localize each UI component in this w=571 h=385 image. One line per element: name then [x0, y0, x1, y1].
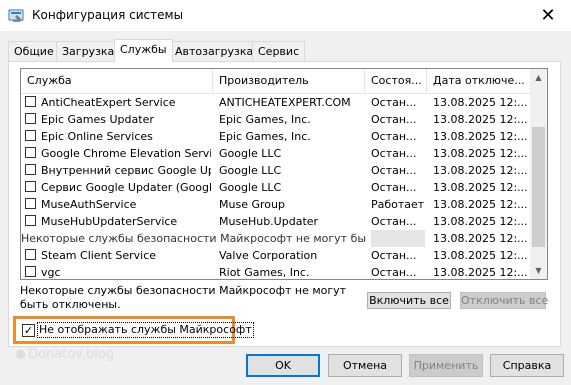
service-checkbox[interactable]	[25, 147, 36, 158]
service-date: 13.08.2025 12:...	[433, 164, 528, 177]
service-state: Остан...	[371, 164, 417, 177]
hide-ms-checkbox[interactable]: ✓	[22, 324, 35, 337]
services-list[interactable]: Служба Производитель Состоя... Дата откл…	[20, 68, 548, 280]
enable-all-button[interactable]: Включить все	[367, 292, 451, 309]
disable-all-button[interactable]: Отключить все	[460, 292, 548, 309]
service-state: Остан...	[371, 96, 417, 109]
table-row[interactable]: vgc Riot Games, Inc. Остан... 13.08.2025…	[21, 264, 532, 279]
service-date: 13.08.2025 12:...	[433, 266, 528, 279]
help-button[interactable]: Справка	[490, 354, 564, 377]
column-header-state[interactable]: Состоя...	[365, 69, 427, 93]
service-vendor: Google LLC	[219, 164, 282, 177]
apply-button[interactable]: Применить	[409, 354, 483, 377]
service-state: Остан...	[371, 130, 417, 143]
service-checkbox[interactable]	[25, 130, 36, 141]
service-state: Работает	[371, 198, 425, 211]
service-checkbox[interactable]	[25, 215, 36, 226]
service-date: 13.08.2025 12:...	[433, 147, 528, 160]
service-checkbox[interactable]	[25, 266, 36, 277]
service-checkbox[interactable]	[25, 198, 36, 209]
column-header-service[interactable]: Служба	[21, 69, 213, 93]
service-date: 13.08.2025 12:...	[433, 215, 528, 228]
service-date: 13.08.2025 12:...	[433, 198, 528, 211]
service-state: Остан...	[371, 147, 417, 160]
cancel-button[interactable]: Отмена	[328, 354, 402, 377]
service-name: Сервис Google Updater (Google...	[41, 181, 211, 194]
vertical-scrollbar[interactable]: ▲ ▼	[530, 69, 547, 279]
service-name: AntiCheatExpert Service	[41, 96, 176, 109]
service-name: MuseHubUpdaterService	[41, 215, 178, 228]
service-name: vgc	[41, 266, 61, 279]
service-checkbox[interactable]	[25, 96, 36, 107]
table-row[interactable]: Google Chrome Elevation Servic... Google…	[21, 145, 532, 162]
service-name: Google Chrome Elevation Servic...	[41, 147, 211, 160]
tab-boot[interactable]: Загрузка	[56, 41, 121, 61]
list-header: Служба Производитель Состоя... Дата откл…	[21, 69, 532, 94]
service-vendor: Muse Group	[219, 198, 285, 211]
watermark-dot-icon	[16, 350, 25, 359]
service-vendor: MuseHub.Updater	[219, 215, 319, 228]
tab-tools[interactable]: Сервис	[252, 41, 306, 61]
service-checkbox[interactable]	[25, 164, 36, 175]
window-title: Конфигурация системы	[32, 8, 184, 22]
service-name: Epic Games Updater	[41, 113, 154, 126]
scroll-down-icon[interactable]: ▼	[530, 262, 547, 279]
service-date: 13.08.2025 12:...	[433, 113, 528, 126]
service-vendor: ANTICHEATEXPERT.COM	[219, 96, 351, 109]
table-row[interactable]: Некоторые службы безопасности Майкрософт…	[21, 230, 532, 247]
watermark: Donatov.blog	[16, 347, 114, 362]
service-vendor: Google LLC	[219, 181, 282, 194]
msconfig-icon	[8, 9, 24, 22]
hide-ms-label[interactable]: Не отображать службы Майкрософт	[37, 322, 254, 338]
service-state: Остан...	[371, 215, 417, 228]
ok-button[interactable]: OK	[246, 354, 320, 377]
service-date: 13.08.2025 12:...	[433, 232, 528, 245]
tab-services[interactable]: Службы	[114, 39, 173, 62]
service-name: Steam Client Service	[41, 249, 157, 262]
title-bar: Конфигурация системы ✕	[0, 0, 571, 31]
service-vendor: Valve Corporation	[219, 249, 318, 262]
scroll-up-icon[interactable]: ▲	[530, 69, 547, 86]
table-row[interactable]: Сервис Google Updater (Google... Google …	[21, 179, 532, 196]
service-checkbox[interactable]	[25, 113, 36, 124]
table-row[interactable]: Epic Games Updater Epic Games, Inc. Оста…	[21, 111, 532, 128]
service-state: Остан...	[371, 266, 417, 279]
watermark-text: Donatov.blog	[28, 347, 115, 362]
service-checkbox[interactable]	[25, 249, 36, 260]
security-note: Некоторые службы безопасности Майкрософт…	[20, 284, 347, 311]
service-vendor: Riot Games, Inc.	[219, 266, 310, 279]
table-row[interactable]: AntiCheatExpert Service ANTICHEATEXPERT.…	[21, 94, 532, 111]
service-date: 13.08.2025 12:...	[433, 96, 528, 109]
table-row[interactable]: Внутренний сервис Google Upd... Google L…	[21, 162, 532, 179]
service-state	[371, 230, 425, 247]
service-state: Остан...	[371, 249, 417, 262]
service-vendor: Epic Games, Inc.	[219, 130, 311, 143]
service-date: 13.08.2025 12:...	[433, 249, 528, 262]
service-vendor: Google LLC	[219, 147, 282, 160]
column-header-date[interactable]: Дата отключе...	[427, 69, 532, 93]
service-date: 13.08.2025 12:...	[433, 181, 528, 194]
service-name: Epic Online Services	[41, 130, 153, 143]
table-row[interactable]: Steam Client Service Valve Corporation О…	[21, 247, 532, 264]
column-header-vendor[interactable]: Производитель	[213, 69, 365, 93]
hide-ms-highlight: ✓ Не отображать службы Майкрософт	[13, 316, 254, 344]
service-date: 13.08.2025 12:...	[433, 130, 528, 143]
service-name: Внутренний сервис Google Upd...	[41, 164, 211, 177]
service-state: Остан...	[371, 113, 417, 126]
close-icon[interactable]: ✕	[525, 0, 571, 31]
table-row[interactable]: MuseHubUpdaterService MuseHub.Updater Ос…	[21, 213, 532, 230]
system-config-window: Конфигурация системы ✕ Общие Загрузка Сл…	[0, 0, 571, 385]
table-row[interactable]: Epic Online Services Epic Games, Inc. Ос…	[21, 128, 532, 145]
service-name: Некоторые службы безопасности Майкрософт…	[21, 232, 366, 245]
tab-general[interactable]: Общие	[8, 41, 60, 61]
service-vendor: Epic Games, Inc.	[219, 113, 311, 126]
service-name: MuseAuthService	[41, 198, 137, 211]
scroll-thumb[interactable]	[532, 127, 545, 247]
service-checkbox[interactable]	[25, 181, 36, 192]
service-state: Остан...	[371, 181, 417, 194]
tab-startup[interactable]: Автозагрузка	[169, 41, 260, 61]
table-row[interactable]: MuseAuthService Muse Group Работает 13.0…	[21, 196, 532, 213]
